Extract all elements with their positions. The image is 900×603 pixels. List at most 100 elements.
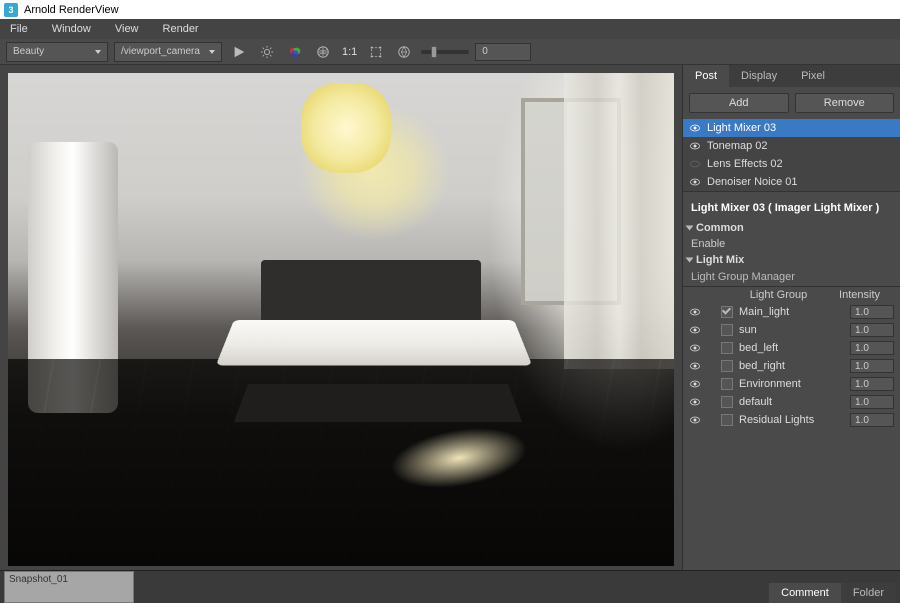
visibility-icon[interactable] <box>689 122 701 134</box>
light-group-row[interactable]: Main_light 1.0 <box>683 303 900 321</box>
viewport-wrap <box>0 65 682 570</box>
camera-dropdown-label: /viewport_camera <box>121 46 200 57</box>
section-lightmix[interactable]: Light Mix <box>683 252 900 268</box>
tab-comment[interactable]: Comment <box>769 583 841 603</box>
menubar: File Window View Render <box>0 19 900 39</box>
light-group-intensity[interactable]: 1.0 <box>850 377 894 391</box>
exposure-slider[interactable] <box>421 50 469 54</box>
enable-property[interactable]: Enable <box>683 236 900 252</box>
light-group-row[interactable]: sun 1.0 <box>683 321 900 339</box>
light-group-checkbox[interactable] <box>721 342 733 354</box>
app-icon: 3 <box>4 3 18 17</box>
light-group-row[interactable]: default 1.0 <box>683 393 900 411</box>
camera-dropdown[interactable]: /viewport_camera <box>114 42 222 62</box>
disclosure-icon <box>686 258 694 263</box>
exposure-value[interactable]: 0 <box>475 43 531 61</box>
imager-list: Light Mixer 03 Tonemap 02 Lens Effects 02 D… <box>683 119 900 191</box>
light-group-col-name: Light Group <box>721 289 836 301</box>
visibility-icon[interactable] <box>689 378 701 390</box>
slider-thumb[interactable] <box>431 46 437 58</box>
light-group-name: Residual Lights <box>737 414 846 426</box>
visibility-icon[interactable] <box>689 176 701 188</box>
aperture-icon[interactable] <box>393 41 415 63</box>
visibility-icon[interactable] <box>689 324 701 336</box>
aov-dropdown[interactable]: Beauty <box>6 42 108 62</box>
sun-icon[interactable] <box>256 41 278 63</box>
render-button[interactable] <box>228 41 250 63</box>
render-viewport[interactable] <box>8 73 674 566</box>
imager-label: Lens Effects 02 <box>707 158 783 170</box>
disclosure-icon <box>686 226 694 231</box>
light-group-rows: Main_light 1.0 sun 1.0 bed_left 1.0 bed_right 1… <box>683 303 900 429</box>
menu-file[interactable]: File <box>10 23 28 35</box>
crop-icon[interactable] <box>365 41 387 63</box>
imager-label: Tonemap 02 <box>707 140 768 152</box>
light-group-intensity[interactable]: 1.0 <box>850 323 894 337</box>
light-group-row[interactable]: Residual Lights 1.0 <box>683 411 900 429</box>
light-group-name: bed_right <box>737 360 846 372</box>
visibility-icon[interactable] <box>689 158 701 170</box>
imager-title: Light Mixer 03 ( Imager Light Mixer ) <box>683 191 900 220</box>
menu-view[interactable]: View <box>115 23 139 35</box>
visibility-icon[interactable] <box>689 140 701 152</box>
chevron-down-icon <box>209 50 215 54</box>
snapshot-thumbnail[interactable]: Snapshot_01 <box>4 571 134 603</box>
right-panel: Post Display Pixel Add Remove Light Mixe… <box>682 65 900 570</box>
menu-render[interactable]: Render <box>163 23 199 35</box>
render-image <box>8 73 674 566</box>
light-group-name: sun <box>737 324 846 336</box>
globe-icon[interactable] <box>312 41 334 63</box>
tab-display[interactable]: Display <box>729 65 789 87</box>
remove-button[interactable]: Remove <box>795 93 895 113</box>
light-group-checkbox[interactable] <box>721 396 733 408</box>
light-group-checkbox[interactable] <box>721 360 733 372</box>
light-group-checkbox[interactable] <box>721 306 733 318</box>
light-group-row[interactable]: bed_left 1.0 <box>683 339 900 357</box>
imager-buttons: Add Remove <box>683 87 900 119</box>
bottombar: Snapshot_01 Comment Folder <box>0 570 900 603</box>
light-group-manager-button[interactable]: Light Group Manager <box>683 268 900 286</box>
visibility-icon[interactable] <box>689 342 701 354</box>
rgb-icon[interactable] <box>284 41 306 63</box>
light-group-intensity[interactable]: 1.0 <box>850 395 894 409</box>
right-tabs: Post Display Pixel <box>683 65 900 87</box>
add-button[interactable]: Add <box>689 93 789 113</box>
light-group-intensity[interactable]: 1.0 <box>850 359 894 373</box>
section-lightmix-label: Light Mix <box>696 254 744 266</box>
imager-label: Light Mixer 03 <box>707 122 776 134</box>
menu-window[interactable]: Window <box>52 23 91 35</box>
light-group-intensity[interactable]: 1.0 <box>850 341 894 355</box>
light-group-intensity[interactable]: 1.0 <box>850 413 894 427</box>
imager-item[interactable]: Denoiser Noice 01 <box>683 173 900 191</box>
scale-ratio[interactable]: 1:1 <box>340 46 359 58</box>
light-group-checkbox[interactable] <box>721 378 733 390</box>
tab-folder[interactable]: Folder <box>841 583 896 603</box>
tab-post[interactable]: Post <box>683 65 729 87</box>
light-group-name: bed_left <box>737 342 846 354</box>
visibility-icon[interactable] <box>689 414 701 426</box>
light-group-checkbox[interactable] <box>721 324 733 336</box>
main-area: Post Display Pixel Add Remove Light Mixe… <box>0 65 900 570</box>
light-group-intensity[interactable]: 1.0 <box>850 305 894 319</box>
section-common[interactable]: Common <box>683 220 900 236</box>
titlebar: 3 Arnold RenderView <box>0 0 900 19</box>
imager-item[interactable]: Tonemap 02 <box>683 137 900 155</box>
visibility-icon[interactable] <box>689 396 701 408</box>
light-group-name: Main_light <box>737 306 846 318</box>
tab-pixel[interactable]: Pixel <box>789 65 837 87</box>
imager-label: Denoiser Noice 01 <box>707 176 798 188</box>
light-group-header: Light Group Intensity <box>683 286 900 303</box>
imager-item[interactable]: Light Mixer 03 <box>683 119 900 137</box>
aov-dropdown-label: Beauty <box>13 46 44 57</box>
window-title: Arnold RenderView <box>24 4 119 16</box>
light-group-row[interactable]: Environment1.0 <box>683 375 900 393</box>
light-group-col-intensity: Intensity <box>836 289 880 301</box>
bottom-tabs: Comment Folder <box>765 571 900 603</box>
light-group-row[interactable]: bed_right 1.0 <box>683 357 900 375</box>
light-group-checkbox[interactable] <box>721 414 733 426</box>
chevron-down-icon <box>95 50 101 54</box>
visibility-icon[interactable] <box>689 360 701 372</box>
light-group-name: default <box>737 396 846 408</box>
visibility-icon[interactable] <box>689 306 701 318</box>
imager-item[interactable]: Lens Effects 02 <box>683 155 900 173</box>
